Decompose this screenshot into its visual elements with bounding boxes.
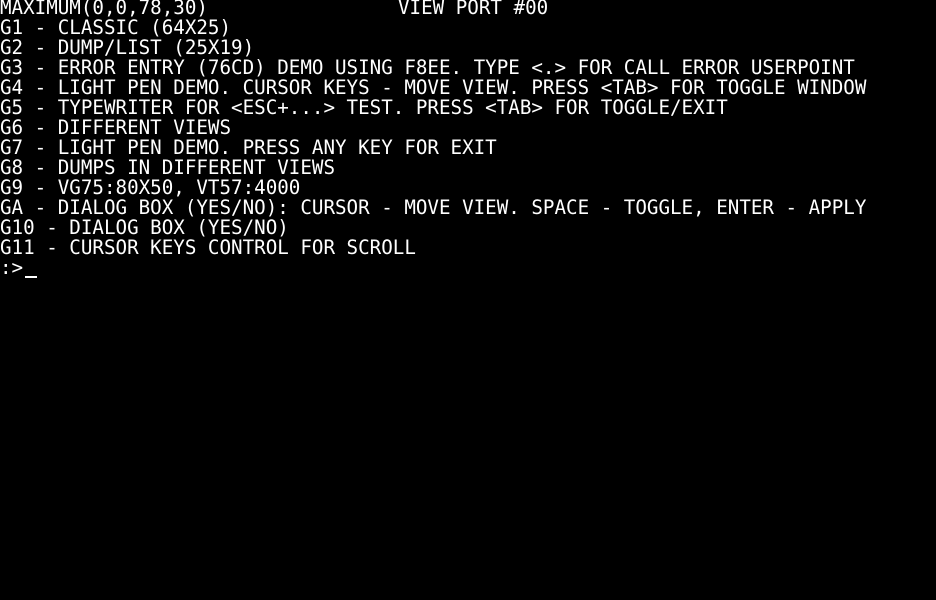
viewport-number-status: VIEW PORT #00 — [398, 0, 549, 19]
menu-line-g6: G6 - DIFFERENT VIEWS — [0, 116, 232, 139]
menu-line-g3: G3 - ERROR ENTRY (76CD) DEMO USING F8EE.… — [0, 56, 855, 79]
menu-line-g10: G10 - DIALOG BOX (YES/NO) — [0, 216, 289, 239]
menu-line-g5: G5 - TYPEWRITER FOR <ESC+...> TEST. PRES… — [0, 96, 728, 119]
menu-line-g2: G2 - DUMP/LIST (25X19) — [0, 36, 255, 59]
menu-line-g8: G8 - DUMPS IN DIFFERENT VIEWS — [0, 156, 336, 179]
menu-line-g4: G4 - LIGHT PEN DEMO. CURSOR KEYS - MOVE … — [0, 76, 867, 99]
text-cursor — [25, 276, 37, 278]
menu-line-g11: G11 - CURSOR KEYS CONTROL FOR SCROLL — [0, 236, 416, 259]
terminal-screen[interactable]: MAXIMUM(0,0,78,30) VIEW PORT #00 G1 - CL… — [0, 0, 936, 600]
menu-line-g7: G7 - LIGHT PEN DEMO. PRESS ANY KEY FOR E… — [0, 136, 497, 159]
menu-line-g1: G1 - CLASSIC (64X25) — [0, 16, 232, 39]
command-prompt[interactable]: :> — [0, 258, 23, 278]
menu-line-ga: GA - DIALOG BOX (YES/NO): CURSOR - MOVE … — [0, 196, 867, 219]
menu-line-g9: G9 - VG75:80X50, VT57:4000 — [0, 176, 301, 199]
